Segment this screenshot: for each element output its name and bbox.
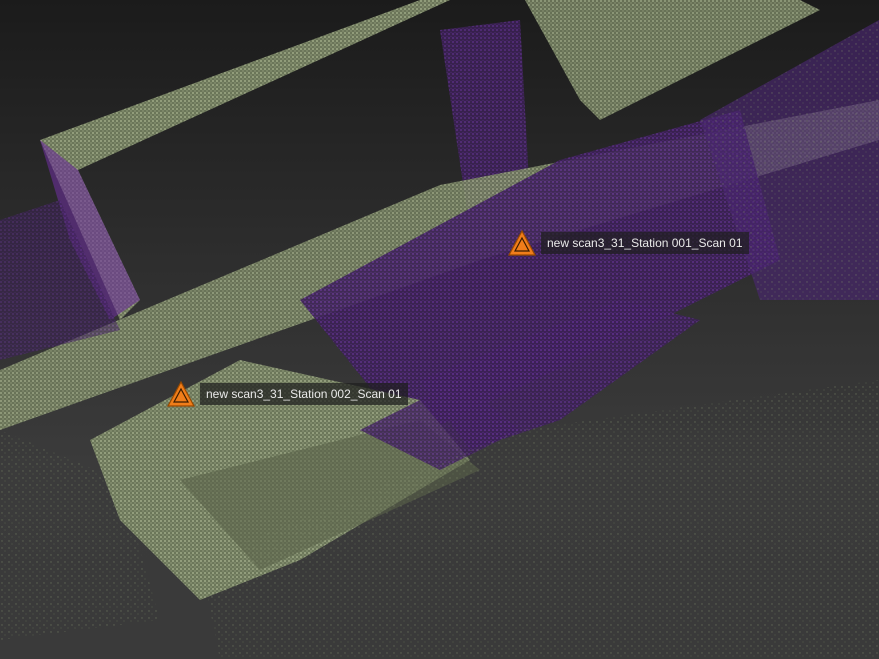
scan-station-icon[interactable] <box>507 229 537 257</box>
scan-station-marker-2[interactable]: new scan3_31_Station 002_Scan 01 <box>166 380 408 408</box>
scan-station-label: new scan3_31_Station 002_Scan 01 <box>200 383 408 405</box>
point-cloud-render <box>0 0 879 659</box>
point-cloud-viewport[interactable]: new scan3_31_Station 001_Scan 01 new sca… <box>0 0 879 659</box>
scan-station-marker-1[interactable]: new scan3_31_Station 001_Scan 01 <box>507 229 749 257</box>
scan-station-label: new scan3_31_Station 001_Scan 01 <box>541 232 749 254</box>
scan-station-icon[interactable] <box>166 380 196 408</box>
